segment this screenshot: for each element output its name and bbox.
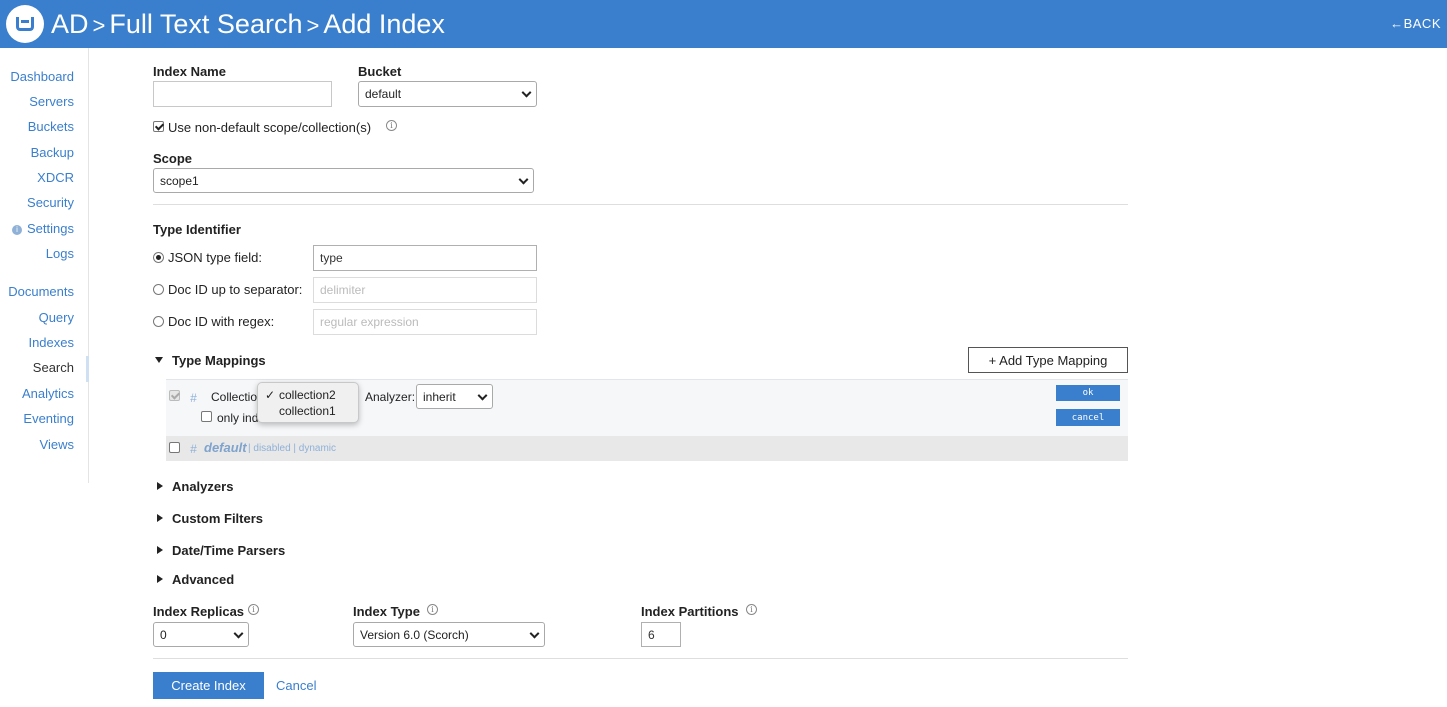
doc-id-regex-label: Doc ID with regex:: [168, 314, 275, 329]
caret-right-icon[interactable]: [157, 514, 163, 522]
caret-right-icon[interactable]: [157, 546, 163, 554]
sidebar-item-views[interactable]: Views: [40, 437, 74, 452]
hash-icon: #: [190, 442, 197, 456]
bucket-label: Bucket: [358, 64, 402, 79]
doc-id-separator-input[interactable]: delimiter: [313, 277, 537, 303]
sidebar-item-servers[interactable]: Servers: [29, 94, 74, 109]
sidebar-item-search[interactable]: Search: [33, 360, 74, 375]
type-identifier-label: Type Identifier: [153, 222, 241, 237]
advanced-toggle[interactable]: Advanced: [172, 572, 234, 587]
index-replicas-label: Index Replicas: [153, 604, 245, 619]
doc-id-separator-label: Doc ID up to separator:: [168, 282, 303, 297]
json-type-field-input[interactable]: type: [313, 245, 537, 271]
info-icon[interactable]: i: [746, 604, 757, 615]
index-partitions-label: Index Partitions: [641, 604, 739, 619]
sidebar-nav: Dashboard Servers Buckets Backup XDCR Se…: [0, 48, 89, 483]
index-partitions-input[interactable]: 6: [641, 622, 681, 647]
chevron-down-icon: [518, 174, 529, 185]
cancel-link[interactable]: Cancel: [276, 678, 316, 693]
chevron-down-icon: [529, 628, 540, 639]
breadcrumb-search[interactable]: Full Text Search: [109, 9, 302, 39]
info-icon[interactable]: i: [248, 604, 259, 615]
sidebar-item-eventing[interactable]: Eventing: [23, 411, 74, 426]
ok-button[interactable]: ok: [1056, 385, 1120, 401]
active-nav-indicator: [86, 356, 89, 382]
divider: [153, 204, 1128, 205]
info-icon[interactable]: i: [427, 604, 438, 615]
sidebar-item-settings[interactable]: i Settings: [12, 221, 74, 236]
sidebar-item-query[interactable]: Query: [39, 310, 74, 325]
only-index-checkbox[interactable]: [201, 411, 212, 422]
collection-label: Collection: [211, 390, 264, 404]
sidebar-item-analytics[interactable]: Analytics: [22, 386, 74, 401]
index-name-input[interactable]: [153, 81, 332, 107]
bucket-select[interactable]: default: [358, 81, 537, 107]
date-time-parsers-toggle[interactable]: Date/Time Parsers: [172, 543, 285, 558]
chevron-right-icon: >: [306, 13, 320, 38]
chevron-right-icon: >: [92, 13, 106, 38]
caret-right-icon[interactable]: [157, 575, 163, 583]
default-mapping-meta: | disabled | dynamic: [248, 443, 337, 454]
chevron-down-icon: [477, 390, 488, 401]
json-type-field-label: JSON type field:: [168, 250, 262, 265]
non-default-scope-checkbox[interactable]: [153, 121, 164, 132]
sidebar-item-buckets[interactable]: Buckets: [28, 119, 74, 134]
app-header: AD > Full Text Search > Add Index ←BACK: [0, 0, 1447, 48]
page-title: Add Index: [323, 9, 445, 39]
scope-label: Scope: [153, 151, 193, 166]
collection-dropdown-menu: ✓ collection2 collection1: [257, 382, 359, 423]
index-name-label: Index Name: [153, 64, 226, 79]
sidebar-item-logs[interactable]: Logs: [46, 246, 74, 261]
breadcrumb: AD > Full Text Search > Add Index: [51, 8, 445, 42]
collection-option[interactable]: collection1: [279, 404, 336, 418]
collection-option[interactable]: collection2: [279, 388, 336, 402]
back-button[interactable]: ←BACK: [1390, 16, 1441, 31]
non-default-scope-label: Use non-default scope/collection(s): [168, 120, 372, 135]
index-type-select[interactable]: Version 6.0 (Scorch): [353, 622, 545, 647]
sidebar-item-xdcr[interactable]: XDCR: [37, 170, 74, 185]
default-mapping-checkbox[interactable]: [169, 442, 180, 453]
scope-select[interactable]: scope1: [153, 168, 534, 193]
couchbase-logo-icon[interactable]: [6, 5, 44, 43]
sidebar-item-backup[interactable]: Backup: [31, 145, 74, 160]
sidebar-item-dashboard[interactable]: Dashboard: [10, 69, 74, 84]
doc-id-separator-radio[interactable]: [153, 284, 164, 295]
caret-right-icon[interactable]: [157, 482, 163, 490]
analyzer-select[interactable]: inherit: [416, 384, 493, 409]
sidebar-item-documents[interactable]: Documents: [8, 284, 74, 299]
arrow-left-icon: ←: [1390, 16, 1404, 31]
sidebar-item-indexes[interactable]: Indexes: [28, 335, 74, 350]
type-mappings-toggle[interactable]: Type Mappings: [172, 353, 266, 368]
create-index-button[interactable]: Create Index: [153, 672, 264, 699]
analyzer-label: Analyzer:: [365, 390, 416, 404]
default-mapping-name[interactable]: default: [204, 440, 247, 455]
json-type-field-radio[interactable]: [153, 252, 164, 263]
checkmark-icon: ✓: [265, 388, 276, 402]
info-icon: i: [12, 225, 23, 235]
index-replicas-select[interactable]: 0: [153, 622, 249, 647]
mapping-enabled-checkbox[interactable]: [169, 390, 180, 401]
chevron-down-icon: [521, 87, 532, 98]
breadcrumb-cluster[interactable]: AD: [51, 9, 89, 39]
analyzers-toggle[interactable]: Analyzers: [172, 479, 233, 494]
doc-id-regex-input[interactable]: regular expression: [313, 309, 537, 335]
info-icon[interactable]: i: [386, 120, 397, 131]
chevron-down-icon: [233, 628, 244, 639]
custom-filters-toggle[interactable]: Custom Filters: [172, 511, 263, 526]
divider: [153, 658, 1128, 659]
cancel-mapping-button[interactable]: cancel: [1056, 409, 1120, 426]
caret-down-icon[interactable]: [155, 357, 163, 363]
add-type-mapping-button[interactable]: + Add Type Mapping: [968, 347, 1128, 373]
hash-icon: #: [190, 391, 197, 405]
doc-id-regex-radio[interactable]: [153, 316, 164, 327]
sidebar-item-security[interactable]: Security: [27, 195, 74, 210]
index-type-label: Index Type: [353, 604, 420, 619]
